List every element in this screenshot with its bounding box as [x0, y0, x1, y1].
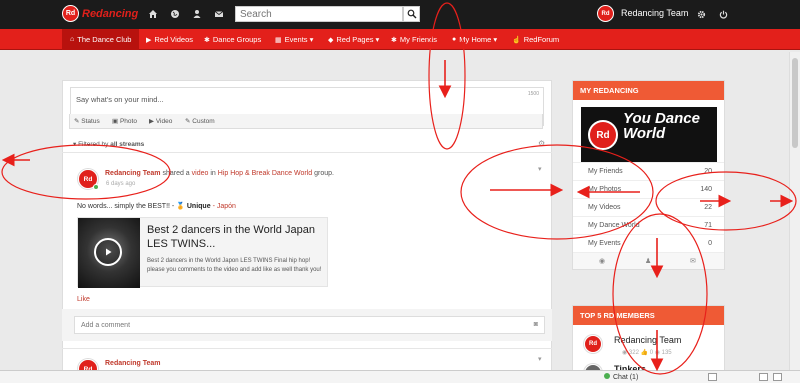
tab-photo[interactable]: ▣ Photo — [112, 117, 137, 125]
thumbs-up-icon: ☝ — [512, 36, 521, 44]
site-logo[interactable]: Rd Redancing — [62, 5, 138, 22]
calendar-icon: ▦ — [275, 36, 282, 44]
char-count: 1500 — [527, 91, 539, 97]
video-link[interactable]: video — [192, 170, 209, 177]
member-stats: ◉ 322 👍 0 ◉ 135 — [622, 350, 672, 356]
logo-badge: Rd — [62, 5, 79, 22]
globe-icon[interactable]: ◉ — [599, 257, 605, 265]
member-avatar[interactable]: Rd — [584, 335, 602, 353]
search-input[interactable] — [235, 6, 403, 22]
stat-my-friends[interactable]: My Friends 20 — [573, 162, 724, 180]
video-thumbnail[interactable] — [78, 218, 140, 288]
widget-footer: ◉ ♟ ✉ — [573, 252, 724, 269]
video-icon: ▶ — [146, 36, 152, 44]
search-icon — [407, 9, 416, 19]
post-time[interactable]: 6 days ago — [106, 181, 135, 187]
stat-my-dance-world[interactable]: My Dance World 71 — [573, 216, 724, 234]
post-author[interactable]: Redancing Team — [105, 170, 161, 177]
users-icon: ✱ — [391, 36, 397, 44]
video-title[interactable]: Best 2 dancers in the World Japan LES TW… — [147, 223, 325, 251]
nav-item-red-videos[interactable]: ▶ Red Videos — [146, 29, 193, 50]
divider — [62, 152, 552, 153]
composer-tabs: ✎ Status ▣ Photo ▶ Video ✎ Custom — [69, 114, 543, 129]
my-redancing-widget: MY REDANCING Rd You Dance World My Frien… — [572, 80, 725, 270]
search-button[interactable] — [403, 6, 420, 22]
post-options-icon[interactable]: ▾ — [538, 355, 542, 363]
banner-text: You Dance World — [623, 110, 700, 142]
tab-status[interactable]: ✎ Status — [74, 117, 100, 125]
video-card[interactable]: Best 2 dancers in the World Japan LES TW… — [77, 217, 328, 288]
post-tag[interactable]: Unique — [187, 203, 211, 210]
envelope-icon[interactable] — [212, 7, 226, 21]
minimize-icon[interactable] — [773, 373, 782, 381]
user-icon: ● — [452, 36, 457, 43]
window-icon[interactable] — [708, 373, 717, 381]
post-author[interactable]: Redancing Team — [105, 360, 161, 367]
stream-filter[interactable]: ▾ Filtered by all streams — [73, 140, 144, 148]
member-name[interactable]: Redancing Team — [614, 335, 681, 345]
nav-item-redforum[interactable]: ☝ RedForum — [512, 29, 559, 50]
post-header: Redancing Team shared a video in Hip Hop… — [105, 170, 334, 177]
top-members-widget: TOP 5 RD MEMBERS Rd Redancing Team ◉ 322… — [572, 305, 725, 382]
widget-title: MY REDANCING — [573, 81, 724, 100]
scroll-thumb[interactable] — [792, 58, 798, 148]
widget-title: TOP 5 RD MEMBERS — [573, 306, 724, 325]
video-description: Best 2 dancers in the World Japon LES TW… — [147, 258, 322, 273]
comment-input[interactable]: Add a comment ◙ — [74, 316, 545, 334]
main-nav: ⌂ The Dance Club ▶ Red Videos ✱ Dance Group… — [0, 29, 800, 50]
user-icon[interactable]: ♟ — [645, 257, 651, 265]
play-icon[interactable] — [94, 238, 122, 266]
comment-placeholder: Add a comment — [81, 322, 131, 329]
stat-my-photos[interactable]: My Photos 140 — [573, 180, 724, 198]
tag-icon: ◆ — [328, 36, 334, 44]
nav-item-red-pages[interactable]: ◆ Red Pages ▾ — [328, 29, 379, 50]
dance-world-banner[interactable]: Rd You Dance World — [581, 107, 717, 163]
chevron-down-icon: ▾ — [73, 141, 77, 148]
post-header: Redancing Team — [105, 360, 161, 367]
post-location[interactable]: - Japón — [213, 203, 236, 210]
online-indicator — [93, 184, 99, 190]
nav-item-dance-groups[interactable]: ✱ Dance Groups — [204, 29, 261, 50]
banner-logo: Rd — [588, 120, 618, 150]
divider — [62, 348, 552, 349]
chat-status-icon — [604, 373, 610, 379]
nav-item-events[interactable]: ▦ Events ▾ — [275, 29, 313, 50]
globe-icon[interactable] — [168, 7, 182, 21]
post-text: No words... simply the BEST!! - 🏅 Unique… — [77, 203, 236, 210]
user-avatar[interactable]: Rd — [597, 5, 614, 22]
envelope-icon[interactable]: ✉ — [690, 257, 696, 265]
filter-gear-icon[interactable]: ⚙ — [538, 139, 545, 148]
caret-down-icon: ▾ — [493, 35, 498, 44]
home-icon[interactable] — [146, 7, 160, 21]
medal-icon: 🏅 — [176, 203, 185, 210]
camera-icon[interactable]: ◙ — [534, 321, 538, 328]
caret-down-icon: ▾ — [375, 35, 380, 44]
gear-icon[interactable] — [694, 7, 708, 21]
tab-video[interactable]: ▶ Video — [149, 117, 172, 125]
user-name[interactable]: Redancing Team — [621, 8, 688, 18]
page-scrollbar[interactable] — [789, 52, 800, 370]
top-bar: Rd Redancing Rd Redancing Team — [0, 0, 800, 29]
post-options-icon[interactable]: ▾ — [538, 165, 542, 173]
dock-icon[interactable] — [759, 373, 768, 381]
group-link[interactable]: Hip Hop & Break Dance World — [218, 170, 312, 177]
nav-item-my-friends[interactable]: ✱ My Friends — [391, 29, 437, 50]
user-icon[interactable] — [190, 7, 204, 21]
tab-custom[interactable]: ✎ Custom — [185, 117, 215, 125]
nav-item-my-home[interactable]: ● My Home ▾ — [452, 29, 497, 50]
stat-my-videos[interactable]: My Videos 22 — [573, 198, 724, 216]
nav-item-dance-club[interactable]: ⌂ The Dance Club — [62, 29, 140, 50]
chat-button[interactable]: Chat (1) — [604, 373, 638, 381]
caret-down-icon: ▾ — [309, 35, 314, 44]
home-icon: ⌂ — [70, 36, 75, 43]
power-icon[interactable] — [716, 7, 730, 21]
bottom-bar: Chat (1) — [0, 370, 800, 383]
like-link[interactable]: Like — [77, 296, 90, 303]
group-icon: ✱ — [204, 36, 210, 44]
stat-my-events[interactable]: My Events 0 — [573, 234, 724, 252]
logo-text: Redancing — [82, 7, 139, 20]
composer-placeholder[interactable]: Say what's on your mind... — [76, 95, 164, 104]
